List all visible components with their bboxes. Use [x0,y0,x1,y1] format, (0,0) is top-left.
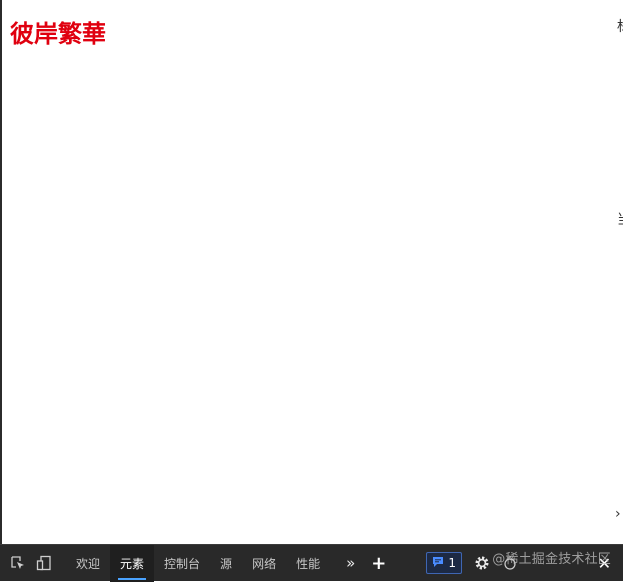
page-title: 彼岸繁華 [10,20,106,48]
add-tab-icon[interactable]: + [371,545,386,582]
right-edge-chevron-icon: › [615,506,621,522]
gear-icon[interactable] [472,545,492,582]
issues-icon [432,556,444,571]
watermark: @稀土掘金技术社区 [492,552,611,567]
tab-elements[interactable]: 元素 [110,544,155,582]
right-edge-fragment-top: 标 [617,16,623,36]
tab-sources[interactable]: 源 [210,545,242,582]
issues-count: 1 [448,556,457,570]
device-toolbar-icon[interactable] [34,545,54,582]
viewport-left-border [0,0,2,544]
tab-welcome[interactable]: 欢迎 [66,545,110,582]
issues-button[interactable]: 1 [426,552,463,574]
right-edge-fragment-mid: 当 [617,209,623,229]
more-tabs-icon[interactable]: » [346,545,355,582]
page-viewport: 彼岸繁華 标 当 › [0,0,623,581]
tab-console[interactable]: 控制台 [154,545,210,582]
tab-performance[interactable]: 性能 [286,545,330,582]
inspect-element-icon[interactable] [8,545,28,582]
tab-network[interactable]: 网络 [242,545,286,582]
